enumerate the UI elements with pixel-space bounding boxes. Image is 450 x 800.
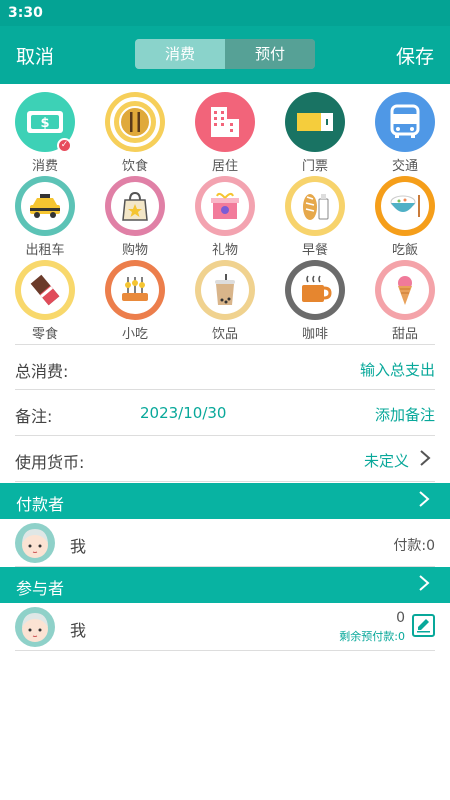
category-label: 饮食 <box>121 159 148 174</box>
category-label: 消费 <box>31 159 58 174</box>
skewer-icon <box>105 260 165 320</box>
category-housing[interactable]: 居住 <box>180 92 270 176</box>
category-snacks[interactable]: 零食 <box>0 260 90 344</box>
status-bar: 3:30 <box>0 0 450 26</box>
category-label: 礼物 <box>211 243 238 258</box>
chevron-right-icon <box>418 572 430 599</box>
ice-cream-icon <box>375 260 435 320</box>
remaining-prepay: 剩余预付款:0 <box>339 630 405 643</box>
tab-consume[interactable]: 消费 <box>135 39 225 69</box>
participant-amount: 0 <box>396 610 405 626</box>
participant-name: 我 <box>70 621 87 640</box>
category-label: 早餐 <box>301 243 328 258</box>
note-label: 备注: <box>15 407 53 426</box>
total-row: 总消费: 输入总支出 <box>15 344 435 390</box>
category-transport[interactable]: 交通 <box>360 92 450 176</box>
add-note-button[interactable]: 添加备注 <box>375 404 435 425</box>
payers-section-header[interactable]: 付款者 <box>0 483 450 519</box>
top-bar: 取消 消费 预付 保存 <box>0 26 450 84</box>
category-dessert[interactable]: 甜品 <box>360 260 450 344</box>
currency-row[interactable]: 使用货币: 未定义 <box>15 436 435 482</box>
currency-value[interactable]: 未定义 <box>364 450 409 471</box>
category-label: 交通 <box>391 159 418 174</box>
category-shopping[interactable]: 购物 <box>90 176 180 260</box>
payer-row[interactable]: 我 付款:0 <box>15 519 435 567</box>
fork-knife-icon <box>105 92 165 152</box>
total-label: 总消费: <box>15 362 69 381</box>
payer-name: 我 <box>70 537 87 556</box>
participant-row[interactable]: 我 0 剩余预付款:0 <box>15 603 435 651</box>
category-meal[interactable]: 吃飯 <box>360 176 450 260</box>
category-coffee[interactable]: 咖啡 <box>270 260 360 344</box>
enter-total-button[interactable]: 输入总支出 <box>360 359 435 380</box>
category-consume[interactable]: $ ✓ 消费 <box>0 92 90 176</box>
category-label: 吃飯 <box>391 243 418 258</box>
chevron-right-icon <box>418 488 430 515</box>
tab-prepay[interactable]: 预付 <box>225 39 315 69</box>
category-grid: $ ✓ 消费 饮食 居住 门票 交通 出租车 购物 礼物 早餐 吃飯 零食 小吃… <box>0 92 450 342</box>
mode-segmented-control: 消费 预付 <box>135 39 315 69</box>
category-food[interactable]: 饮食 <box>90 92 180 176</box>
shopping-bag-icon <box>105 176 165 236</box>
date-picker[interactable]: 2023/10/30 <box>140 404 226 422</box>
category-label: 购物 <box>121 243 148 258</box>
category-label: 零食 <box>31 327 58 342</box>
gift-icon <box>195 176 255 236</box>
avatar <box>15 607 55 647</box>
currency-label: 使用货币: <box>15 453 85 472</box>
taxi-icon <box>15 176 75 236</box>
rice-bowl-icon <box>375 176 435 236</box>
payer-amount: 付款:0 <box>393 538 435 554</box>
participants-section-header[interactable]: 参与者 <box>0 567 450 603</box>
cancel-button[interactable]: 取消 <box>16 42 54 69</box>
category-label: 甜品 <box>391 327 418 342</box>
participants-title: 参与者 <box>16 579 65 598</box>
category-ticket[interactable]: 门票 <box>270 92 360 176</box>
chevron-right-icon <box>419 449 431 472</box>
category-label: 居住 <box>211 159 238 174</box>
category-label: 门票 <box>301 159 328 174</box>
category-label: 咖啡 <box>301 327 328 342</box>
payers-title: 付款者 <box>16 495 65 514</box>
selected-check-icon: ✓ <box>57 138 72 153</box>
bread-milk-icon <box>285 176 345 236</box>
category-drinks[interactable]: 饮品 <box>180 260 270 344</box>
category-label: 出租车 <box>25 243 65 258</box>
category-taxi[interactable]: 出租车 <box>0 176 90 260</box>
coffee-icon <box>285 260 345 320</box>
bubble-tea-icon <box>195 260 255 320</box>
category-street-snack[interactable]: 小吃 <box>90 260 180 344</box>
save-button[interactable]: 保存 <box>396 42 434 69</box>
edit-icon[interactable] <box>412 614 435 637</box>
chocolate-icon <box>15 260 75 320</box>
building-icon <box>195 92 255 152</box>
category-gift[interactable]: 礼物 <box>180 176 270 260</box>
avatar <box>15 523 55 563</box>
category-breakfast[interactable]: 早餐 <box>270 176 360 260</box>
ticket-icon <box>285 92 345 152</box>
svg-text:$: $ <box>40 116 49 131</box>
bus-icon <box>375 92 435 152</box>
category-label: 小吃 <box>121 327 148 342</box>
note-row: 备注: 2023/10/30 添加备注 <box>15 390 435 436</box>
category-label: 饮品 <box>211 327 238 342</box>
status-time: 3:30 <box>8 5 43 21</box>
